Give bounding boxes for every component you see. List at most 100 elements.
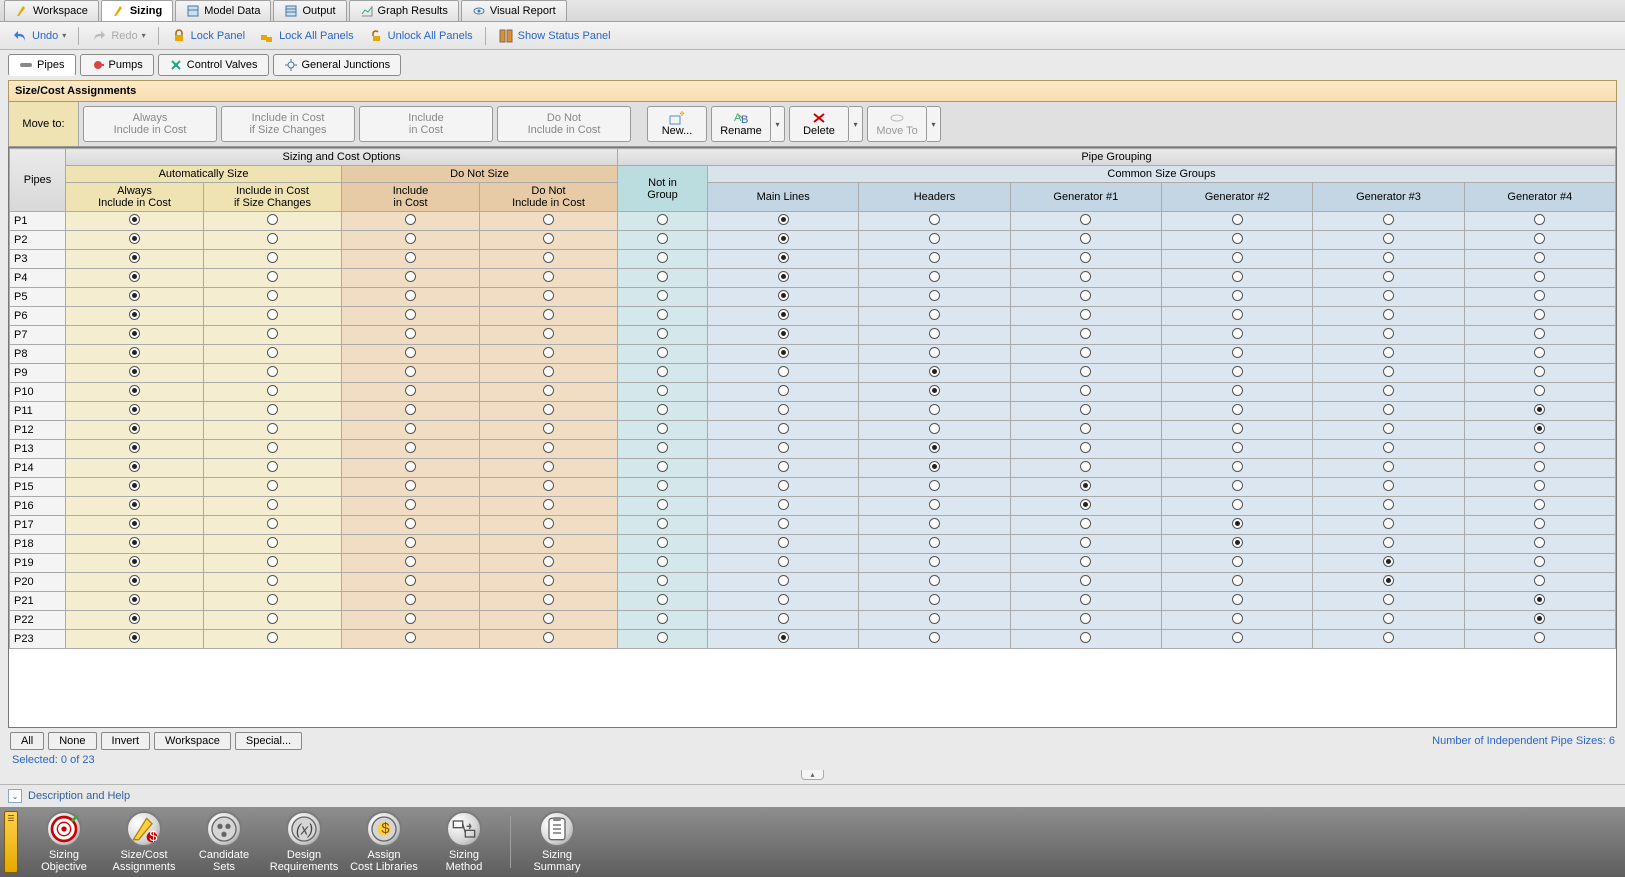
group-radio-cell[interactable] <box>859 326 1010 345</box>
table-row[interactable]: P4 <box>10 269 1616 288</box>
cost-radio-cell[interactable] <box>480 497 618 516</box>
pipe-name-cell[interactable]: P2 <box>10 231 66 250</box>
table-row[interactable]: P13 <box>10 440 1616 459</box>
group-radio-cell[interactable] <box>1464 611 1615 630</box>
cost-radio-cell[interactable] <box>66 307 204 326</box>
cost-radio-cell[interactable] <box>66 592 204 611</box>
group-radio-cell[interactable] <box>1464 478 1615 497</box>
cost-radio-cell[interactable] <box>204 421 342 440</box>
sub-tab-control-valves[interactable]: Control Valves <box>158 54 269 76</box>
cost-radio-cell[interactable] <box>480 250 618 269</box>
group-radio-cell[interactable] <box>618 269 708 288</box>
group-radio-cell[interactable] <box>618 497 708 516</box>
group-radio-cell[interactable] <box>1313 535 1464 554</box>
group-radio-cell[interactable] <box>618 440 708 459</box>
group-radio-cell[interactable] <box>859 516 1010 535</box>
cost-radio-cell[interactable] <box>204 516 342 535</box>
group-radio-cell[interactable] <box>708 630 859 649</box>
group-radio-cell[interactable] <box>1313 212 1464 231</box>
group-radio-cell[interactable] <box>1010 535 1161 554</box>
group-radio-cell[interactable] <box>859 383 1010 402</box>
group-radio-cell[interactable] <box>618 250 708 269</box>
group-radio-cell[interactable] <box>708 402 859 421</box>
group-radio-cell[interactable] <box>859 364 1010 383</box>
cost-radio-cell[interactable] <box>342 630 480 649</box>
cost-radio-cell[interactable] <box>342 402 480 421</box>
delete-dropdown[interactable]: ▾ <box>849 106 863 142</box>
group-radio-cell[interactable] <box>1162 478 1313 497</box>
group-radio-cell[interactable] <box>1313 288 1464 307</box>
show-status-panel-button[interactable]: Show Status Panel <box>492 26 617 46</box>
main-tab-output[interactable]: Output <box>273 0 346 21</box>
cost-radio-cell[interactable] <box>480 535 618 554</box>
cost-radio-cell[interactable] <box>66 231 204 250</box>
cost-radio-cell[interactable] <box>480 440 618 459</box>
group-radio-cell[interactable] <box>1313 307 1464 326</box>
cost-radio-cell[interactable] <box>342 326 480 345</box>
group-radio-cell[interactable] <box>1313 402 1464 421</box>
group-radio-cell[interactable] <box>1313 497 1464 516</box>
cost-radio-cell[interactable] <box>204 307 342 326</box>
group-radio-cell[interactable] <box>1464 592 1615 611</box>
group-radio-cell[interactable] <box>1464 345 1615 364</box>
group-radio-cell[interactable] <box>1464 554 1615 573</box>
group-radio-cell[interactable] <box>708 535 859 554</box>
group-radio-cell[interactable] <box>1313 554 1464 573</box>
group-radio-cell[interactable] <box>1464 326 1615 345</box>
cost-radio-cell[interactable] <box>342 364 480 383</box>
delete-group-button[interactable]: Delete <box>789 106 849 142</box>
group-radio-cell[interactable] <box>1464 440 1615 459</box>
cost-radio-cell[interactable] <box>342 573 480 592</box>
cost-radio-cell[interactable] <box>204 402 342 421</box>
pipe-name-cell[interactable]: P16 <box>10 497 66 516</box>
cost-radio-cell[interactable] <box>342 592 480 611</box>
group-radio-cell[interactable] <box>1010 326 1161 345</box>
cost-radio-cell[interactable] <box>342 307 480 326</box>
cost-radio-cell[interactable] <box>204 364 342 383</box>
group-radio-cell[interactable] <box>1464 421 1615 440</box>
cost-radio-cell[interactable] <box>480 630 618 649</box>
group-radio-cell[interactable] <box>708 307 859 326</box>
group-radio-cell[interactable] <box>859 421 1010 440</box>
cost-radio-cell[interactable] <box>480 402 618 421</box>
redo-button[interactable]: Redo▾ <box>85 26 151 46</box>
cost-radio-cell[interactable] <box>66 535 204 554</box>
cost-radio-cell[interactable] <box>342 269 480 288</box>
group-radio-cell[interactable] <box>1162 250 1313 269</box>
group-radio-cell[interactable] <box>1464 364 1615 383</box>
group-radio-cell[interactable] <box>859 288 1010 307</box>
pipe-name-cell[interactable]: P4 <box>10 269 66 288</box>
cost-radio-cell[interactable] <box>66 573 204 592</box>
group-radio-cell[interactable] <box>1162 421 1313 440</box>
table-row[interactable]: P19 <box>10 554 1616 573</box>
group-radio-cell[interactable] <box>1162 535 1313 554</box>
cost-radio-cell[interactable] <box>66 497 204 516</box>
group-radio-cell[interactable] <box>708 440 859 459</box>
cost-radio-cell[interactable] <box>204 459 342 478</box>
sub-tab-pumps[interactable]: Pumps <box>80 54 154 76</box>
description-help-bar[interactable]: ⌄ Description and Help <box>0 784 1625 807</box>
cost-radio-cell[interactable] <box>204 345 342 364</box>
cost-radio-cell[interactable] <box>66 212 204 231</box>
move-to-group-button[interactable]: Move To <box>867 106 927 142</box>
group-radio-cell[interactable] <box>1162 326 1313 345</box>
cost-radio-cell[interactable] <box>480 421 618 440</box>
group-radio-cell[interactable] <box>859 630 1010 649</box>
group-radio-cell[interactable] <box>859 554 1010 573</box>
table-row[interactable]: P1 <box>10 212 1616 231</box>
group-radio-cell[interactable] <box>1313 250 1464 269</box>
group-radio-cell[interactable] <box>1313 269 1464 288</box>
cost-radio-cell[interactable] <box>342 554 480 573</box>
group-radio-cell[interactable] <box>1162 497 1313 516</box>
table-row[interactable]: P3 <box>10 250 1616 269</box>
group-radio-cell[interactable] <box>618 611 708 630</box>
group-radio-cell[interactable] <box>1162 592 1313 611</box>
panel-collapser[interactable]: ▴ <box>801 770 823 780</box>
select-none-button[interactable]: None <box>48 732 96 750</box>
cost-radio-cell[interactable] <box>204 440 342 459</box>
cost-radio-cell[interactable] <box>342 345 480 364</box>
group-radio-cell[interactable] <box>1162 459 1313 478</box>
group-radio-cell[interactable] <box>708 592 859 611</box>
group-radio-cell[interactable] <box>1010 364 1161 383</box>
lock-panel-button[interactable]: Lock Panel <box>165 26 251 46</box>
